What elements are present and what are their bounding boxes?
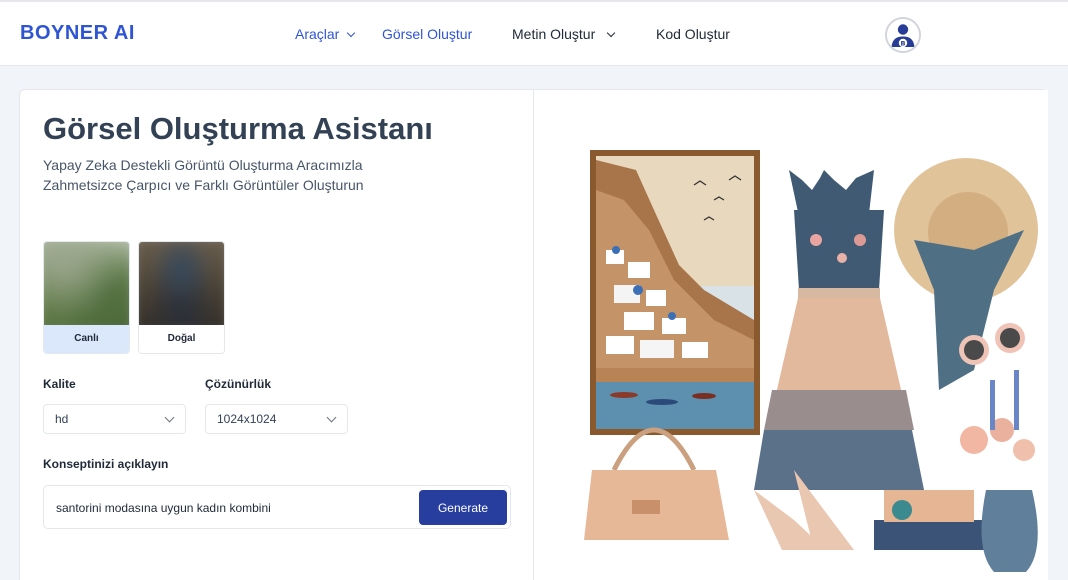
chevron-down-icon bbox=[607, 28, 616, 37]
resolution-label: Çözünürlük bbox=[205, 377, 271, 391]
user-avatar-icon: B bbox=[887, 19, 919, 51]
page-subtitle: Yapay Zeka Destekli Görüntü Oluşturma Ar… bbox=[43, 157, 364, 193]
quality-select[interactable]: hd bbox=[43, 404, 186, 434]
panel-divider bbox=[533, 90, 534, 580]
quality-value: hd bbox=[55, 412, 69, 426]
prompt-label: Konseptinizi açıklayın bbox=[43, 457, 169, 471]
top-navigation-bar: BOYNER AI Araçlar Görsel Oluştur Metin O… bbox=[0, 0, 1068, 66]
style-option-natural[interactable]: Doğal bbox=[138, 241, 225, 354]
image-generator-card: Görsel Oluşturma Asistanı Yapay Zeka Des… bbox=[19, 89, 1048, 580]
page-title: Görsel Oluşturma Asistanı bbox=[43, 111, 433, 146]
brand-logo[interactable]: BOYNER AI bbox=[20, 22, 135, 45]
nav-item-generate-image-label: Görsel Oluştur bbox=[382, 26, 473, 42]
nav-item-generate-code-label: Kod Oluştur bbox=[656, 26, 730, 42]
santorini-painting bbox=[590, 150, 760, 435]
nav-item-generate-code[interactable]: Kod Oluştur bbox=[656, 26, 730, 42]
style-natural-label: Doğal bbox=[139, 325, 224, 353]
quality-label: Kalite bbox=[43, 377, 76, 391]
style-vivid-label: Canlı bbox=[44, 325, 129, 353]
nav-item-tools[interactable]: Araçlar bbox=[295, 26, 356, 42]
chevron-down-icon bbox=[164, 412, 175, 423]
generate-button[interactable]: Generate bbox=[419, 490, 507, 525]
resolution-value: 1024x1024 bbox=[217, 412, 277, 426]
nav-item-tools-label: Araçlar bbox=[295, 26, 340, 42]
chevron-down-icon bbox=[326, 412, 337, 423]
generated-image bbox=[554, 90, 1048, 580]
nav-item-generate-image[interactable]: Görsel Oluştur bbox=[382, 26, 472, 42]
small-bag-books bbox=[874, 490, 984, 550]
style-natural-thumbnail bbox=[139, 242, 224, 327]
style-option-vivid[interactable]: Canlı bbox=[43, 241, 130, 354]
avatar-letter: B bbox=[901, 40, 906, 48]
resolution-select[interactable]: 1024x1024 bbox=[205, 404, 348, 434]
nav-item-generate-text-label: Metin Oluştur bbox=[512, 26, 596, 42]
prompt-input[interactable] bbox=[56, 498, 406, 518]
style-vivid-thumbnail bbox=[44, 242, 129, 327]
chevron-down-icon bbox=[347, 28, 356, 37]
prompt-box: Generate bbox=[43, 485, 511, 529]
user-avatar-button[interactable]: B bbox=[885, 17, 921, 53]
nav-item-generate-text[interactable]: Metin Oluştur bbox=[512, 26, 616, 42]
